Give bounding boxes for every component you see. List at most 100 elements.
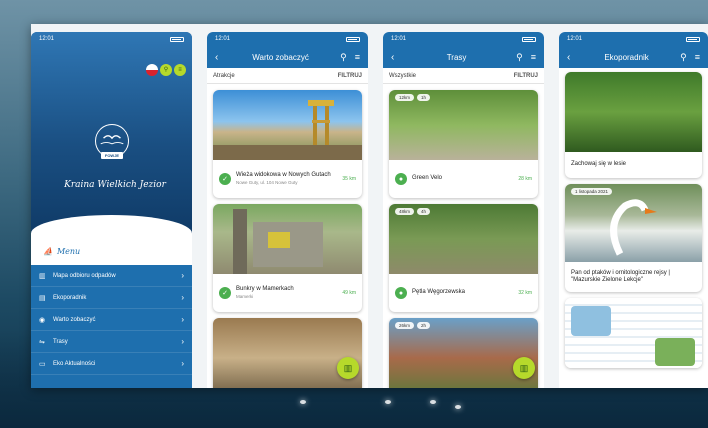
search-icon[interactable]: ⚲ — [160, 64, 172, 76]
route-tags: 26km 2h — [395, 322, 431, 329]
card-title: Pan od ptaków i ornitologiczne rejsy | "… — [571, 269, 670, 284]
screen-title: Trasy — [446, 52, 467, 62]
status-bar: 12:01 — [207, 32, 368, 46]
swan-illustration — [610, 199, 657, 256]
card-distance: 35 km — [342, 176, 356, 182]
route-card[interactable]: 48km 4h ● Pętla Węgorzewska 32 km — [389, 204, 538, 312]
back-arrow-icon[interactable]: ‹ — [567, 52, 581, 63]
screen-title: Ekoporadnik — [604, 52, 649, 62]
menu-item-label: Mapa odbioru odpadów — [53, 272, 116, 279]
filter-bar: Atrakcje FILTRUJ — [207, 68, 368, 84]
menu-icon[interactable]: ≡ — [695, 52, 700, 62]
card-title: Zachowaj się w lesie — [571, 161, 627, 168]
screen-title: Warto zobaczyć — [252, 52, 309, 62]
menu-item-warto-zobaczyc[interactable]: ◉ Warto zobaczyć › — [31, 309, 192, 331]
map-icon: ▥ — [39, 272, 46, 280]
menu-item-map[interactable]: ▥ Mapa odbioru odpadów › — [31, 265, 192, 287]
brand-script: Kraina Wielkich Jezior — [64, 180, 166, 190]
back-arrow-icon[interactable]: ‹ — [391, 52, 405, 63]
route-photo: 12km 1h — [389, 90, 538, 160]
filter-bar: Wszystkie FILTRUJ — [383, 68, 544, 84]
battery-icon — [170, 36, 184, 42]
polish-flag-icon[interactable] — [146, 64, 158, 76]
status-time: 12:01 — [39, 36, 55, 42]
route-tags: 48km 4h — [395, 208, 431, 215]
route-icon: ⇋ — [39, 338, 45, 346]
length-tag: 26km — [395, 322, 415, 329]
duration-tag: 4h — [417, 208, 431, 215]
bunker-illustration — [233, 209, 323, 274]
menu-header: ⛵ Menu — [31, 237, 192, 265]
length-tag: 48km — [395, 208, 415, 215]
tab-wszystkie[interactable]: Wszystkie — [389, 73, 416, 79]
main-menu: ▥ Mapa odbioru odpadów › ▤ Ekoporadnik ›… — [31, 265, 192, 388]
map-button[interactable]: ▥ — [513, 357, 535, 379]
route-card[interactable]: 12km 1h ● Green Velo 28 km — [389, 90, 538, 198]
status-time: 12:01 — [391, 36, 407, 42]
duration-tag: 2h — [417, 322, 431, 329]
card-address: Nowe Guty, ul. 104 Nowe Guty — [236, 179, 298, 185]
menu-item-label: Ekoporadnik — [53, 294, 87, 301]
category-icon: ✓ — [219, 287, 231, 299]
bike-icon: ● — [395, 173, 407, 185]
menu-item-ekoporadnik[interactable]: ▤ Ekoporadnik › — [31, 287, 192, 309]
chevron-right-icon: › — [181, 337, 184, 346]
attraction-card[interactable]: ✓ Wieża widokowa w Nowych Gutach Nowe Gu… — [213, 90, 362, 198]
status-bar: 12:01 — [559, 32, 708, 46]
hero-curve — [31, 215, 192, 237]
water-glint — [430, 400, 436, 404]
filter-button[interactable]: FILTRUJ — [514, 73, 538, 79]
route-photo: 26km 2h — [389, 318, 538, 388]
attraction-card[interactable]: ✓ Bunkry w Mamerkach Mamerki 49 km — [213, 204, 362, 312]
article-card[interactable]: Zachowaj się w lesie — [565, 72, 702, 178]
route-tags: 12km 1h — [395, 94, 431, 101]
card-title: Bunkry w Mamerkach — [236, 286, 294, 293]
back-arrow-icon[interactable]: ‹ — [215, 52, 229, 63]
phone-warto-zobaczyc: 12:01 ‹ Warto zobaczyć ⚲ ≡ Atrakcje FILT… — [207, 32, 368, 388]
book-icon: ▤ — [39, 294, 46, 302]
chevron-right-icon: › — [181, 315, 184, 324]
search-icon[interactable]: ⚲ — [680, 52, 687, 63]
attraction-photo — [213, 318, 362, 388]
menu-icon[interactable]: ≡ — [355, 52, 360, 62]
attraction-photo — [213, 90, 362, 160]
length-tag: 12km — [395, 94, 415, 101]
water-glint — [455, 405, 461, 409]
pin-icon: ◉ — [39, 316, 46, 324]
menu-icon[interactable]: ≡ — [531, 52, 536, 62]
status-time: 12:01 — [215, 36, 231, 42]
chevron-right-icon: › — [181, 359, 184, 368]
attraction-card[interactable] — [213, 318, 362, 388]
tab-atrakcje[interactable]: Atrakcje — [213, 73, 235, 79]
status-bar: 12:01 — [383, 32, 544, 46]
menu-item-label: Trasy — [53, 338, 68, 345]
sailboat-icon: ⛵ — [43, 246, 53, 256]
home-hero: ⚲ ≡ FOWJE Kraina Wielkich Jezior — [31, 32, 192, 237]
phone-home-menu: 12:01 ⚲ ≡ FOWJE Kraina Wielkich Jezior ⛵… — [31, 32, 192, 388]
article-card[interactable]: 1 listopada 2021 Pan od ptaków i ornitol… — [565, 184, 702, 292]
search-icon[interactable]: ⚲ — [516, 52, 523, 63]
status-time: 12:01 — [567, 36, 583, 42]
article-photo: 1 listopada 2021 — [565, 184, 702, 262]
showcase-board: 12:01 ⚲ ≡ FOWJE Kraina Wielkich Jezior ⛵… — [31, 24, 708, 388]
attraction-photo — [213, 204, 362, 274]
menu-item-eko-aktualnosci[interactable]: ▭ Eko Aktualności › — [31, 353, 192, 375]
chevron-right-icon: › — [181, 293, 184, 302]
map-button[interactable]: ▥ — [337, 357, 359, 379]
filter-button[interactable]: FILTRUJ — [338, 73, 362, 79]
menu-item-trasy[interactable]: ⇋ Trasy › — [31, 331, 192, 353]
top-nav: ‹ Ekoporadnik ⚲ ≡ — [559, 46, 708, 68]
category-icon: ✓ — [219, 173, 231, 185]
battery-icon — [346, 36, 360, 42]
card-distance: 28 km — [518, 176, 532, 182]
status-bar: 12:01 — [31, 32, 192, 46]
route-card[interactable]: 26km 2h — [389, 318, 538, 388]
card-title: Pętla Węgorzewska — [412, 289, 466, 296]
menu-item-label: Warto zobaczyć — [53, 316, 96, 323]
article-card[interactable] — [565, 298, 702, 368]
phone-trasy: 12:01 ‹ Trasy ⚲ ≡ Wszystkie FILTRUJ 12km… — [383, 32, 544, 388]
comic-panel — [655, 338, 695, 366]
menu-title: Menu — [56, 246, 81, 256]
menu-icon[interactable]: ≡ — [174, 64, 186, 76]
search-icon[interactable]: ⚲ — [340, 52, 347, 63]
